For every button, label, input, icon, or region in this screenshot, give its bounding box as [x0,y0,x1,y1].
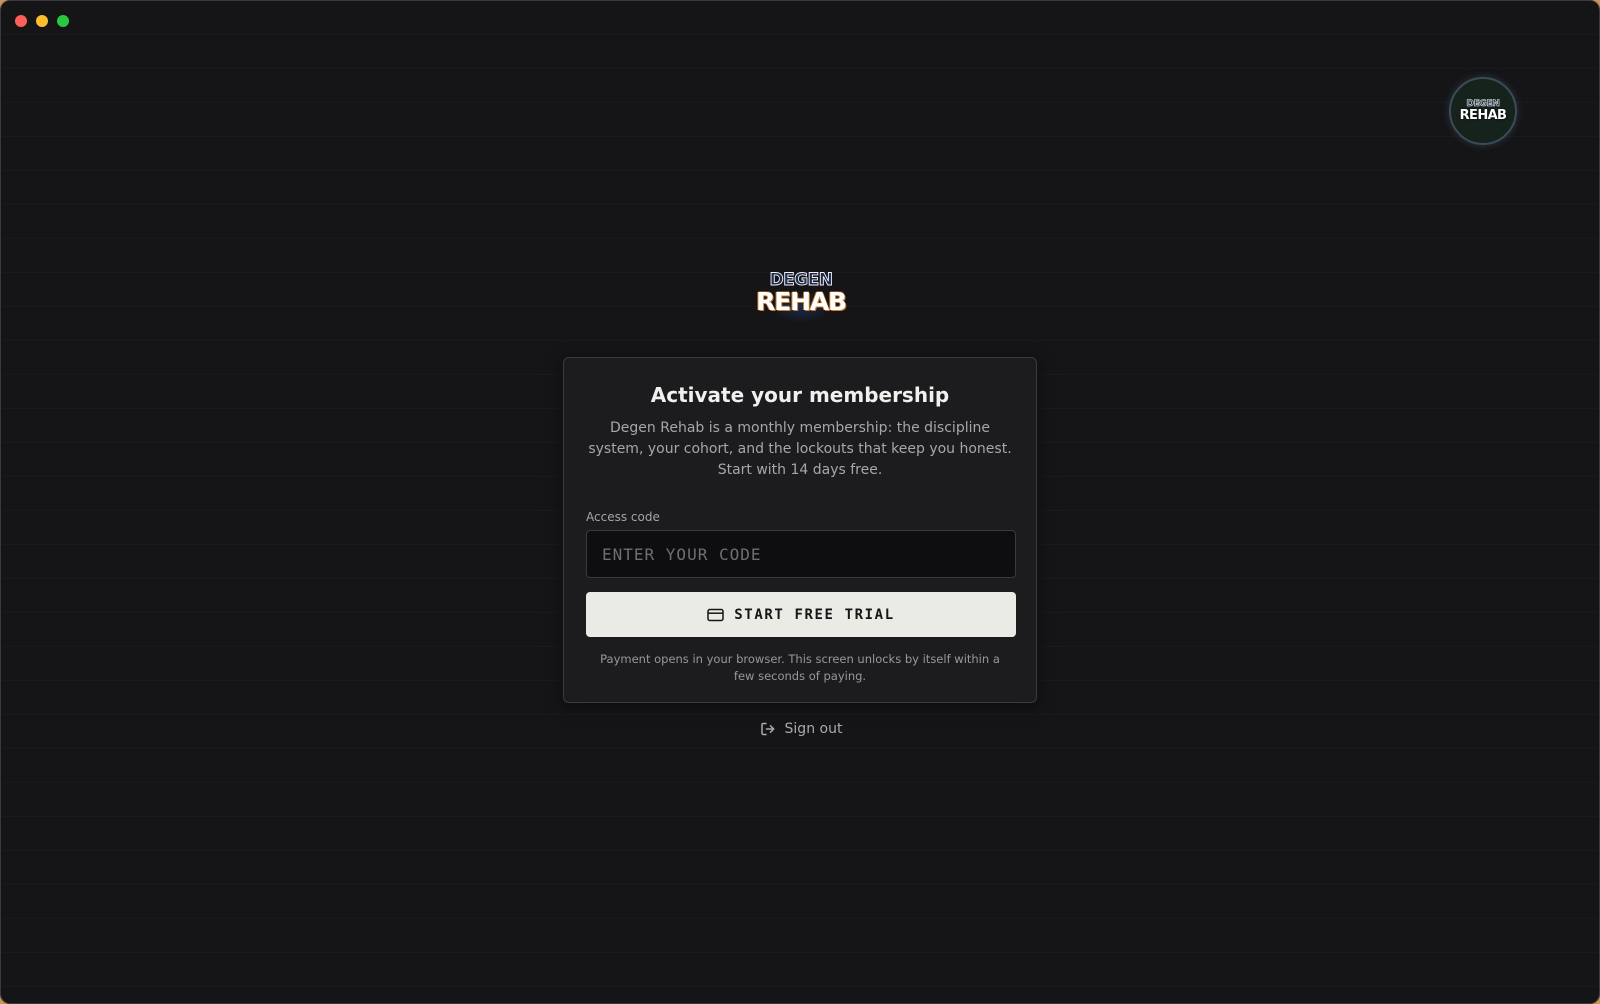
account-avatar[interactable]: DEGEN REHAB [1449,77,1517,145]
card-title: Activate your membership [650,383,950,407]
window-controls [15,15,69,27]
sign-out-label: Sign out [784,721,843,737]
logo-line2: REHAB [756,287,847,316]
start-free-trial-label: START FREE TRIAL [734,606,895,623]
membership-card: Activate your membership Degen Rehab is … [563,357,1037,703]
start-free-trial-button[interactable]: START FREE TRIAL [586,592,1016,637]
window-close-button[interactable] [15,15,27,27]
credit-card-icon [707,608,725,621]
card-description: Degen Rehab is a monthly membership: the… [588,420,1012,478]
signout-row: Sign out [1,721,1599,737]
logout-icon [760,722,774,736]
window-minimize-button[interactable] [36,15,48,27]
app-window: DEGEN REHAB DEGEN REHAB Activate your me… [0,0,1600,1004]
window-maximize-button[interactable] [57,15,69,27]
avatar-logo-line2: REHAB [1459,108,1507,123]
access-code-input[interactable] [586,530,1016,578]
sign-out-link[interactable]: Sign out [760,721,843,737]
access-code-label: Access code [586,510,660,524]
brand-logo: DEGEN REHAB [749,271,853,327]
payment-note: Payment opens in your browser. This scre… [600,652,1000,683]
